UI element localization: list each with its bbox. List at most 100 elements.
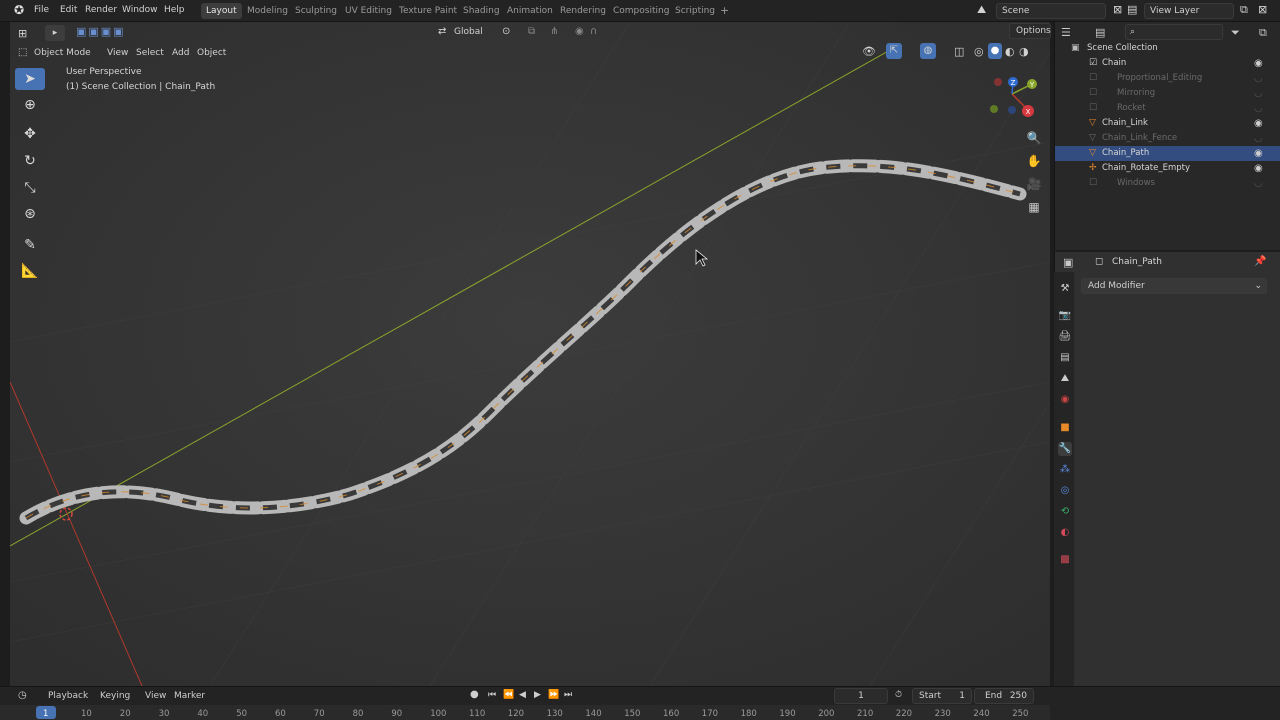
new-collection-icon[interactable]: ⧉	[1259, 26, 1267, 40]
menu-add[interactable]: Add	[172, 48, 189, 58]
data-tab-icon[interactable]: ◐	[1058, 526, 1072, 540]
rotate-tool-icon[interactable]: ↻	[15, 150, 45, 172]
outliner-row-chain-path[interactable]: ▽ Chain_Path ◉	[1055, 146, 1280, 161]
editor-type-icon[interactable]: ⊞	[18, 27, 27, 40]
outliner-row-chain[interactable]: ☑ Chain ◉	[1055, 56, 1280, 71]
annotate-tool-icon[interactable]: ✎	[15, 234, 45, 256]
material-shading-icon[interactable]: ◐	[1005, 45, 1015, 58]
transform-tool-icon[interactable]: ⊛	[15, 203, 45, 225]
hidden-eye-icon[interactable]: ◡	[1254, 101, 1263, 116]
play-reverse-icon[interactable]: ◀	[519, 690, 526, 700]
scene-selector[interactable]: Scene	[996, 3, 1106, 19]
timeline-frame-ruler[interactable]	[0, 705, 1050, 720]
jump-keyframe-back-icon[interactable]: ⏪	[503, 690, 514, 700]
object-tab-icon[interactable]: ■	[1058, 421, 1072, 435]
outliner-row-chain-link-fence[interactable]: ▽ Chain_Link_Fence ◡	[1055, 131, 1280, 146]
overlays-toggle-icon[interactable]: ◍	[920, 43, 936, 59]
menu-help[interactable]: Help	[164, 5, 185, 15]
menu-render[interactable]: Render	[85, 5, 117, 15]
navigation-gizmo[interactable]: X Y Z	[982, 70, 1042, 120]
proportional-falloff-icon[interactable]: ∩	[590, 26, 597, 37]
outliner-row-chain-link[interactable]: ▽ Chain_Link ◉	[1055, 116, 1280, 131]
visibility-eye-icon[interactable]: ◉	[1254, 161, 1263, 176]
collection-checkbox-icon[interactable]: ☐	[1089, 71, 1097, 86]
timeline-editor-icon[interactable]: ◷	[18, 690, 27, 701]
snap-icon[interactable]: ⧉	[528, 26, 535, 37]
display-mode-icon[interactable]: ▤	[1095, 26, 1105, 39]
3d-viewport[interactable]	[10, 22, 1050, 686]
properties-editor-icon[interactable]: ▣	[1063, 256, 1073, 269]
pin-icon[interactable]: 📌	[1254, 256, 1266, 267]
selection-mode-icons[interactable]: ▣▣▣▣	[76, 25, 126, 38]
pivot-point-icon[interactable]: ⊙	[502, 26, 510, 37]
filter-icon[interactable]: ⏷	[1231, 26, 1240, 40]
solid-shading-icon[interactable]: ●	[988, 43, 1002, 59]
cursor-tool-icon[interactable]: ⊕	[15, 94, 45, 116]
camera-view-icon[interactable]: 🎥	[1023, 173, 1045, 195]
workspace-tab-scripting[interactable]: Scripting	[670, 3, 720, 19]
zoom-view-icon[interactable]: 🔍	[1023, 127, 1045, 149]
workspace-tab-modeling[interactable]: Modeling	[242, 3, 293, 19]
start-frame-input[interactable]: Start 1	[912, 688, 972, 704]
particles-tab-icon[interactable]: ⁂	[1058, 463, 1072, 477]
workspace-tab-sculpting[interactable]: Sculpting	[290, 3, 342, 19]
play-icon[interactable]: ▶	[534, 690, 541, 700]
move-tool-icon[interactable]: ✥	[15, 123, 45, 145]
visibility-eye-icon[interactable]: ◉	[1254, 116, 1263, 131]
workspace-tab-compositing[interactable]: Compositing	[608, 3, 674, 19]
workspace-tab-uv-editing[interactable]: UV Editing	[340, 3, 397, 19]
menu-view[interactable]: View	[107, 48, 128, 58]
jump-keyframe-forward-icon[interactable]: ⏩	[548, 690, 559, 700]
workspace-tab-shading[interactable]: Shading	[458, 3, 505, 19]
constraints-tab-icon[interactable]: ⟲	[1058, 505, 1072, 519]
pan-view-icon[interactable]: ✋	[1023, 150, 1045, 172]
record-icon[interactable]: ●	[470, 689, 479, 700]
outliner-row-proportional-editing[interactable]: ☐ Proportional_Editing ◡	[1055, 71, 1280, 86]
jump-start-icon[interactable]: ⏮	[488, 690, 496, 700]
view-menu[interactable]: View	[145, 691, 166, 701]
menu-object[interactable]: Object	[197, 48, 226, 58]
world-tab-icon[interactable]: ◉	[1058, 393, 1072, 407]
hidden-eye-icon[interactable]: ◡	[1254, 176, 1263, 191]
texture-tab-icon[interactable]: ▩	[1058, 553, 1072, 567]
snap-element-icon[interactable]: ⋔	[550, 26, 558, 37]
preview-range-icon[interactable]: ⏱	[895, 690, 902, 700]
modifier-tab-icon[interactable]: 🔧	[1058, 442, 1072, 456]
outliner-row-scene-collection[interactable]: ▣ Scene Collection	[1055, 41, 1280, 56]
menu-edit[interactable]: Edit	[60, 5, 77, 15]
output-tab-icon[interactable]: 🖨	[1058, 330, 1072, 344]
scale-tool-icon[interactable]: ⤡	[15, 177, 45, 199]
collection-checkbox-icon[interactable]: ☑	[1089, 56, 1097, 71]
workspace-tab-animation[interactable]: Animation	[502, 3, 558, 19]
copy-view-layer-icon[interactable]: ⧉	[1240, 3, 1248, 17]
hidden-eye-icon[interactable]: ◡	[1254, 86, 1263, 101]
rendered-shading-icon[interactable]: ◑	[1019, 45, 1029, 58]
workspace-tab-rendering[interactable]: Rendering	[555, 3, 611, 19]
blender-logo-icon[interactable]: ✪	[14, 3, 24, 17]
proportional-editing-icon[interactable]: ◉	[575, 26, 584, 37]
select-tool-icon[interactable]: ➤	[15, 68, 45, 90]
wireframe-shading-icon[interactable]: ◎	[974, 45, 984, 58]
visibility-eye-icon[interactable]: ◉	[1254, 146, 1263, 161]
outliner-search-input[interactable]: ⌕	[1125, 24, 1223, 40]
hidden-eye-icon[interactable]: ◡	[1254, 71, 1263, 86]
keying-menu[interactable]: Keying	[100, 691, 130, 701]
playback-menu[interactable]: Playback	[48, 691, 88, 701]
menu-select[interactable]: Select	[136, 48, 164, 58]
menu-file[interactable]: File	[34, 5, 49, 15]
select-box-tool-icon[interactable]: ▸	[45, 25, 65, 41]
jump-end-icon[interactable]: ⏭	[564, 690, 572, 700]
visibility-icon[interactable]: 👁	[862, 45, 876, 58]
gizmo-toggle-icon[interactable]: ⇱	[886, 43, 902, 59]
options-dropdown[interactable]: Options	[1009, 23, 1051, 39]
add-modifier-dropdown[interactable]: Add Modifier ⌄	[1081, 278, 1267, 294]
measure-tool-icon[interactable]: 📐	[15, 260, 45, 282]
collection-checkbox-icon[interactable]: ☐	[1089, 176, 1097, 191]
outliner-row-rocket[interactable]: ☐ Rocket ◡	[1055, 101, 1280, 116]
add-workspace-button[interactable]: +	[715, 3, 734, 19]
hidden-eye-icon[interactable]: ◡	[1254, 131, 1263, 146]
visibility-eye-icon[interactable]: ◉	[1254, 56, 1263, 71]
render-tab-icon[interactable]: 📷	[1058, 309, 1072, 323]
close-scene-icon[interactable]: ⊠	[1113, 3, 1122, 16]
menu-window[interactable]: Window	[122, 5, 158, 15]
